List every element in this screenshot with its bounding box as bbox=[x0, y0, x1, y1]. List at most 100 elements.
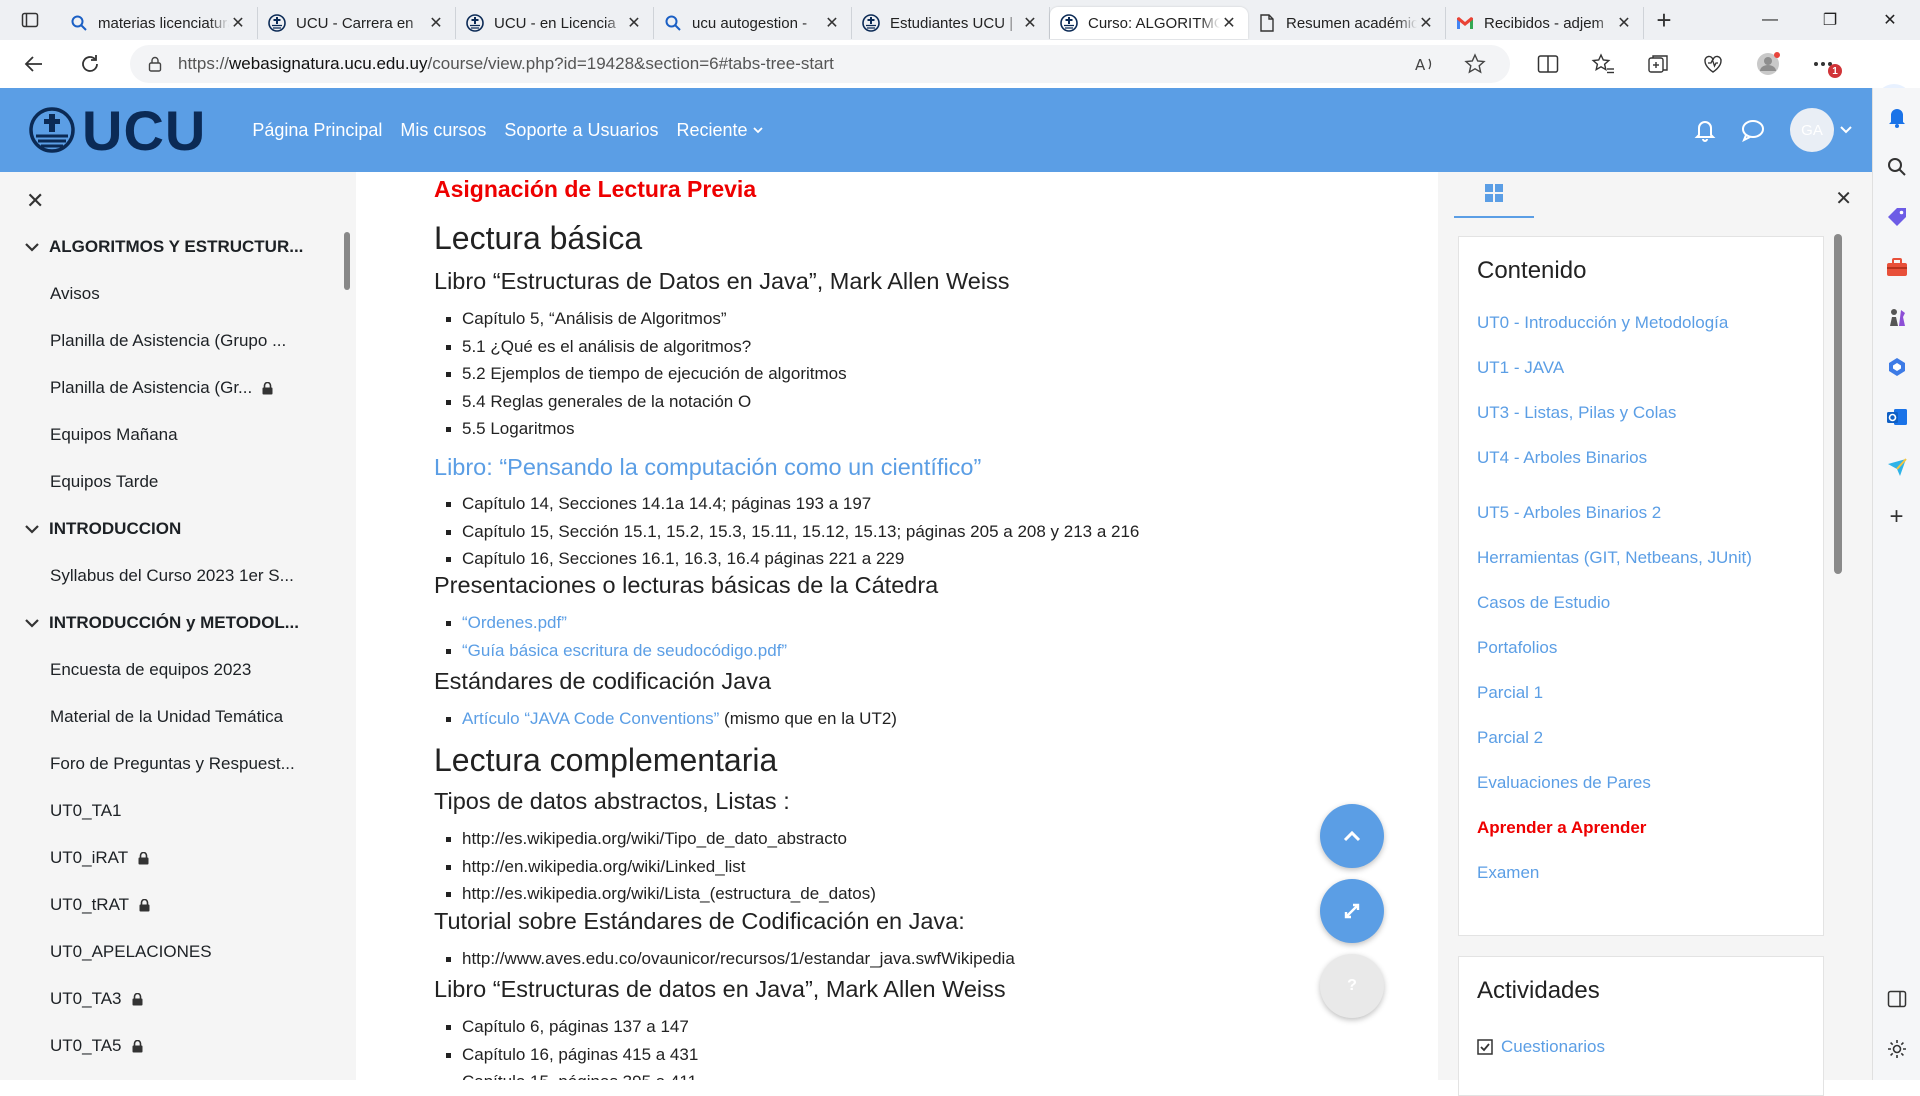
close-window-button[interactable]: ✕ bbox=[1860, 0, 1920, 40]
browser-tab[interactable]: Estudiantes UCU | ✕ bbox=[852, 7, 1050, 39]
blocks-tab[interactable] bbox=[1454, 184, 1534, 218]
add-sidebar-app-icon[interactable]: + bbox=[1873, 492, 1920, 542]
block-drawer-scrollbar[interactable] bbox=[1834, 234, 1842, 574]
nav-link-1[interactable]: Mis cursos bbox=[400, 120, 486, 141]
course-index-item[interactable]: Avisos bbox=[0, 279, 330, 309]
toc-link[interactable]: Examen bbox=[1477, 863, 1539, 883]
close-tab-icon[interactable]: ✕ bbox=[1615, 13, 1633, 33]
book2-title-link[interactable]: Libro: “Pensando la computación como un … bbox=[434, 454, 981, 481]
expand-fullscreen-button[interactable] bbox=[1320, 879, 1384, 943]
back-button[interactable] bbox=[12, 44, 56, 84]
toc-link[interactable]: Portafolios bbox=[1477, 638, 1557, 658]
lock-icon[interactable] bbox=[148, 56, 162, 72]
browser-tab[interactable]: Recibidos - adjem ✕ bbox=[1446, 7, 1644, 39]
course-section-header[interactable]: INTRODUCCIÓN y METODOL... bbox=[0, 608, 330, 638]
restore-button[interactable]: ❐ bbox=[1800, 0, 1860, 40]
profile-icon[interactable] bbox=[1740, 44, 1795, 84]
toc-link[interactable]: Parcial 2 bbox=[1477, 728, 1543, 748]
scroll-to-top-button[interactable] bbox=[1320, 804, 1384, 868]
sidebar-settings-gear-icon[interactable] bbox=[1873, 1024, 1920, 1074]
course-index-item[interactable]: Equipos Mañana bbox=[0, 420, 330, 450]
list-item-link[interactable]: “Ordenes.pdf” bbox=[462, 613, 567, 632]
new-tab-button[interactable]: + bbox=[1644, 0, 1684, 40]
course-index-item[interactable]: UT0_TA3 bbox=[0, 984, 330, 1014]
nav-link-0[interactable]: Página Principal bbox=[252, 120, 382, 141]
close-course-index-button[interactable]: ✕ bbox=[26, 188, 44, 214]
hide-sidebar-icon[interactable] bbox=[1873, 974, 1920, 1024]
toc-link[interactable]: UT0 - Introducción y Metodología bbox=[1477, 313, 1728, 333]
close-tab-icon[interactable]: ✕ bbox=[1021, 13, 1039, 33]
course-index-item[interactable]: Syllabus del Curso 2023 1er S... bbox=[0, 561, 330, 591]
course-index-item[interactable]: Planilla de Asistencia (Grupo ... bbox=[0, 326, 330, 356]
course-index-item[interactable]: UT0_TA5 bbox=[0, 1031, 330, 1061]
url-field[interactable]: https://webasignatura.ucu.edu.uy/course/… bbox=[130, 45, 1510, 83]
refresh-button[interactable] bbox=[68, 44, 112, 84]
browser-tab[interactable]: UCU - en Licencia ✕ bbox=[456, 7, 654, 39]
ucu-logo[interactable]: UCU bbox=[28, 98, 206, 163]
browser-essentials-icon[interactable] bbox=[1685, 44, 1740, 84]
browser-tab[interactable]: Resumen académico ✕ bbox=[1248, 7, 1446, 39]
minimize-button[interactable]: — bbox=[1740, 0, 1800, 40]
close-tab-icon[interactable]: ✕ bbox=[1417, 13, 1435, 33]
messages-chat-icon[interactable] bbox=[1740, 118, 1766, 142]
course-index-item[interactable]: UT0_APELACIONES bbox=[0, 937, 330, 967]
collections-icon[interactable] bbox=[1630, 44, 1685, 84]
course-index-item[interactable]: Encuesta de equipos 2023 bbox=[0, 655, 330, 685]
notifications-bell-sidebar-icon[interactable] bbox=[1873, 92, 1920, 142]
split-screen-icon[interactable] bbox=[1520, 44, 1575, 84]
course-index-item[interactable]: Equipos Tarde bbox=[0, 467, 330, 497]
toc-link[interactable]: Aprender a Aprender bbox=[1477, 818, 1646, 838]
close-tab-icon[interactable]: ✕ bbox=[427, 13, 445, 33]
course-section-header[interactable]: INTRODUCCION bbox=[0, 514, 330, 544]
nav-link-3[interactable]: Reciente bbox=[677, 120, 763, 141]
games-chess-icon[interactable] bbox=[1873, 292, 1920, 342]
toc-link[interactable]: UT4 - Arboles Binarios bbox=[1477, 448, 1647, 468]
toc-link[interactable]: UT5 - Arboles Binarios 2 bbox=[1477, 503, 1661, 523]
course-index-item[interactable]: UT0_TA1 bbox=[0, 796, 330, 826]
microsoft-365-icon[interactable] bbox=[1873, 342, 1920, 392]
send-telegram-icon[interactable] bbox=[1873, 442, 1920, 492]
nav-link-2[interactable]: Soporte a Usuarios bbox=[504, 120, 658, 141]
chevron-down-icon[interactable] bbox=[20, 619, 44, 628]
chevron-down-icon[interactable] bbox=[20, 243, 44, 252]
browser-tab[interactable]: materias licenciatura ✕ bbox=[60, 7, 258, 39]
toc-link[interactable]: Parcial 1 bbox=[1477, 683, 1543, 703]
course-index-item[interactable]: Foro de Preguntas y Respuest... bbox=[0, 749, 330, 779]
close-block-drawer-button[interactable]: ✕ bbox=[1835, 186, 1852, 211]
browser-tab[interactable]: ucu autogestion - ✕ bbox=[654, 7, 852, 39]
toc-link[interactable]: Casos de Estudio bbox=[1477, 593, 1610, 613]
close-tab-icon[interactable]: ✕ bbox=[229, 13, 247, 33]
course-section-header[interactable]: ALGORITMOS Y ESTRUCTUR... bbox=[0, 232, 330, 262]
toc-link[interactable]: Herramientas (GIT, Netbeans, JUnit) bbox=[1477, 548, 1752, 568]
favorites-icon[interactable] bbox=[1575, 44, 1630, 84]
course-index-item[interactable]: Material de la Unidad Temática bbox=[0, 702, 330, 732]
course-index-item[interactable]: Planilla de Asistencia (Gr... bbox=[0, 373, 330, 403]
toc-link[interactable]: Evaluaciones de Pares bbox=[1477, 773, 1651, 793]
course-index-item[interactable]: UT0_iRAT bbox=[0, 843, 330, 873]
close-tab-icon[interactable]: ✕ bbox=[823, 13, 841, 33]
search-sidebar-icon[interactable] bbox=[1873, 142, 1920, 192]
list-item-link[interactable]: “Guía básica escritura de seudocódigo.pd… bbox=[462, 641, 787, 660]
browser-tab[interactable]: UCU - Carrera en ✕ bbox=[258, 7, 456, 39]
tab-actions-button[interactable] bbox=[0, 0, 60, 40]
course-index-item[interactable]: UT0_tRAT bbox=[0, 890, 330, 920]
outlook-icon[interactable] bbox=[1873, 392, 1920, 442]
close-tab-icon[interactable]: ✕ bbox=[625, 13, 643, 33]
activity-quizzes-link[interactable]: Cuestionarios bbox=[1477, 1037, 1605, 1057]
toc-link[interactable]: UT1 - JAVA bbox=[1477, 358, 1564, 378]
toc-link[interactable]: UT3 - Listas, Pilas y Colas bbox=[1477, 403, 1676, 423]
chevron-down-icon[interactable] bbox=[20, 525, 44, 534]
browser-tab[interactable]: Curso: ALGORITMOS ✕ bbox=[1050, 7, 1248, 39]
list-item[interactable]: “Ordenes.pdf” bbox=[434, 613, 787, 641]
favorite-star-icon[interactable] bbox=[1450, 53, 1500, 75]
course-index-scrollbar[interactable] bbox=[344, 232, 350, 290]
shopping-tag-icon[interactable] bbox=[1873, 192, 1920, 242]
notification-bell-icon[interactable] bbox=[1694, 118, 1716, 142]
user-menu[interactable]: GA bbox=[1790, 108, 1852, 152]
tools-briefcase-icon[interactable] bbox=[1873, 242, 1920, 292]
help-button[interactable]: ? bbox=[1320, 954, 1384, 1018]
list-item[interactable]: “Guía básica escritura de seudocódigo.pd… bbox=[434, 641, 787, 669]
java-conventions-link[interactable]: Artículo “JAVA Code Conventions” bbox=[462, 709, 719, 728]
settings-more-icon[interactable]: 1 bbox=[1795, 44, 1850, 84]
close-tab-icon[interactable]: ✕ bbox=[1220, 13, 1238, 33]
